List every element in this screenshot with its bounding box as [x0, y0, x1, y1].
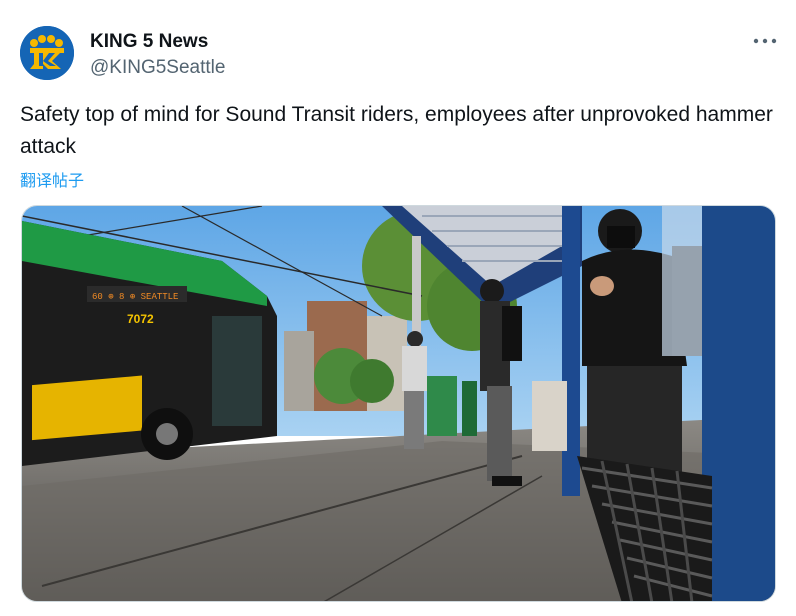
author-display-name[interactable]: KING 5 News — [90, 31, 208, 53]
king5-logo-icon — [20, 26, 74, 80]
author-avatar[interactable] — [20, 26, 74, 80]
bus-stop-photo: 60 ⊕ 8 ⊕ SEATTLE 7072 — [22, 206, 775, 601]
tweet-header: KING 5 News @KING5Seattle — [20, 26, 780, 82]
tweet-text: Safety top of mind for Sound Transit rid… — [20, 103, 773, 158]
bus-destination-sign: 60 ⊕ 8 ⊕ SEATTLE — [92, 292, 178, 302]
author-handle[interactable]: @KING5Seattle — [90, 57, 225, 79]
more-horizontal-icon[interactable] — [750, 32, 780, 48]
person-background — [402, 331, 427, 449]
bus-number: 7072 — [127, 312, 154, 326]
tweet-photo[interactable]: 60 ⊕ 8 ⊕ SEATTLE 7072 — [21, 205, 776, 602]
translate-post-link[interactable]: 翻译帖子 — [20, 167, 84, 191]
